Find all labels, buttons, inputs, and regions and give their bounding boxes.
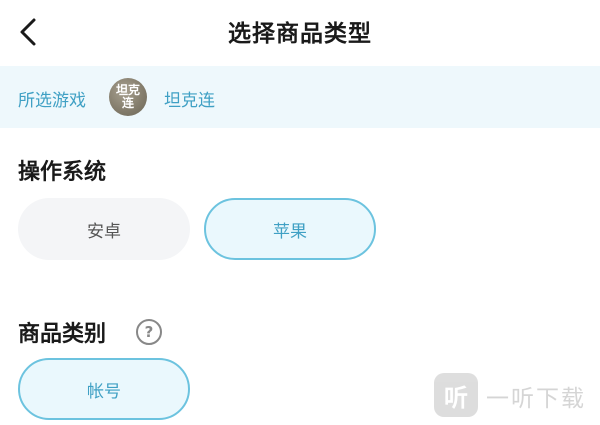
page-title: 选择商品类型 [228, 21, 372, 47]
selected-game-label: 所选游戏 [18, 91, 86, 111]
game-avatar: 坦克连 [109, 78, 147, 116]
os-option-ios[interactable]: 苹果 [204, 198, 376, 260]
watermark-logo: 听 [434, 373, 478, 417]
os-option-android[interactable]: 安卓 [18, 198, 190, 260]
category-section-title: 商品类别 [18, 322, 107, 347]
header: 选择商品类型 [0, 0, 600, 64]
category-option-account[interactable]: 帐号 [18, 358, 190, 420]
selected-game-strip: 所选游戏 坦克连 坦克连 [0, 66, 600, 128]
select-product-type-page: 选择商品类型 所选游戏 坦克连 坦克连 操作系统 安卓 苹果 商品类别 ? 帐号… [0, 0, 600, 425]
watermark-text: 一听下载 [486, 386, 586, 412]
os-section-title: 操作系统 [18, 160, 107, 185]
question-circle-icon[interactable]: ? [136, 319, 162, 345]
selected-game-name[interactable]: 坦克连 [164, 86, 215, 111]
watermark: 听 一听下载 [430, 371, 600, 421]
